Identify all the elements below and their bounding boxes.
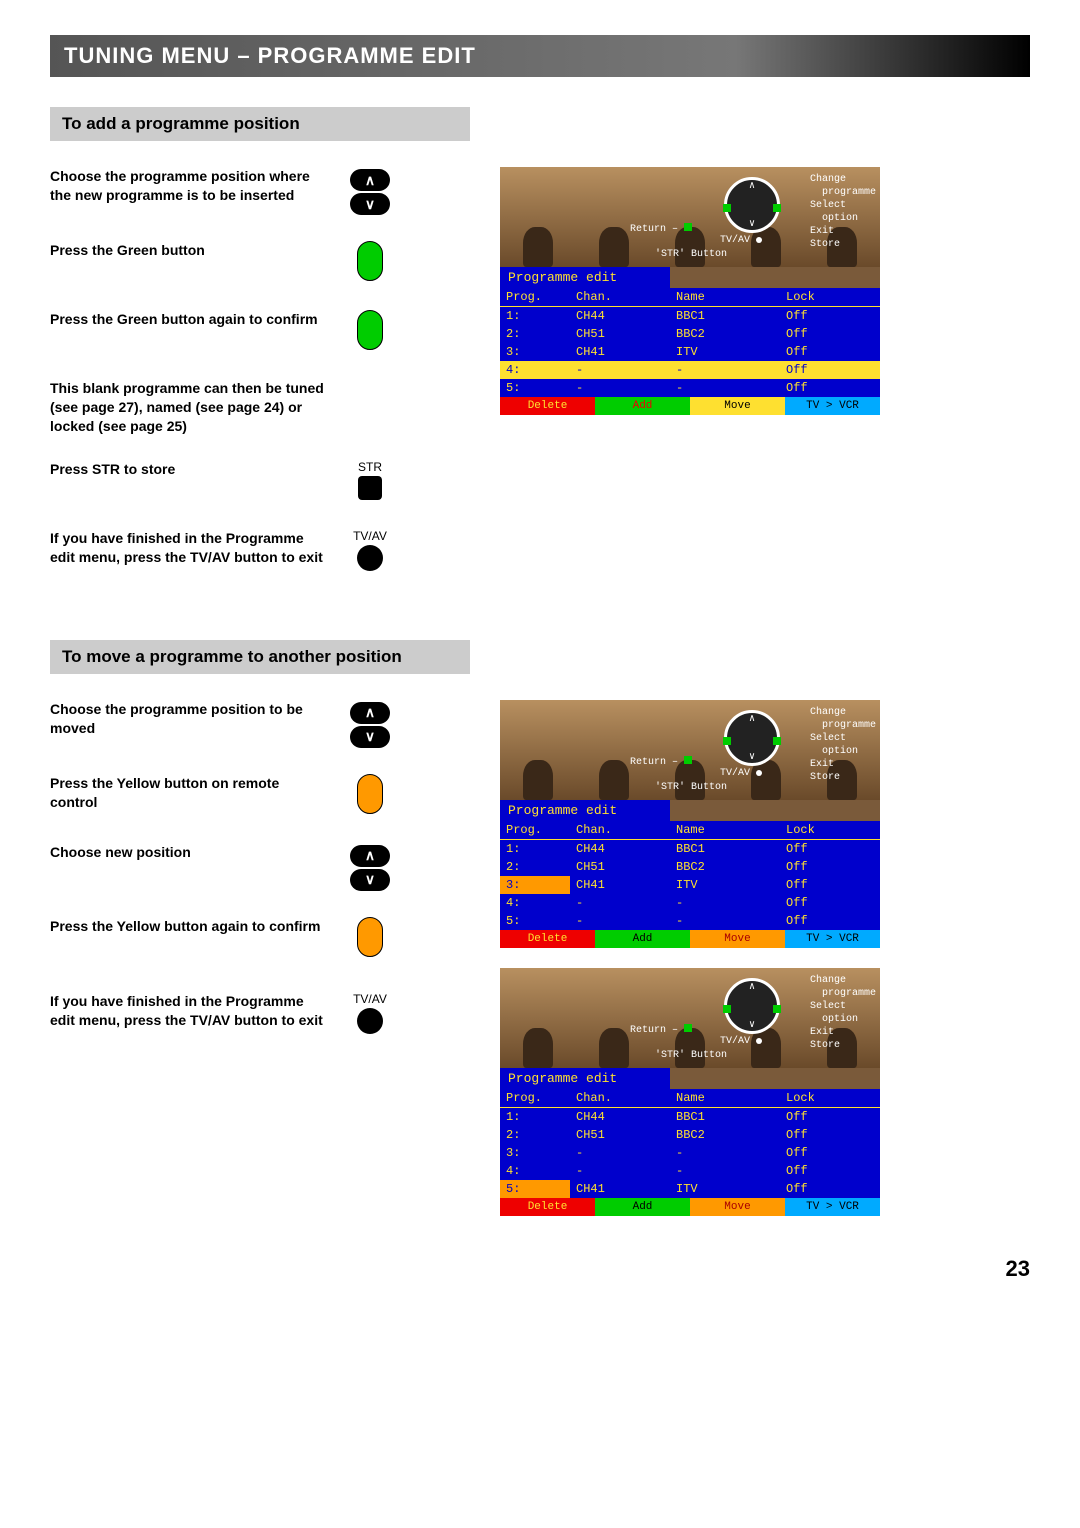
table-row: 1:CH44BBC1Off — [500, 1108, 880, 1126]
yellow-button-icon — [357, 774, 383, 814]
move-btn: Move — [690, 397, 785, 415]
table-row: 5:--Off — [500, 379, 880, 397]
table-row: 3:CH41ITVOff — [500, 876, 880, 894]
step-text: Choose new position — [50, 843, 325, 862]
add-btn: Add — [595, 397, 690, 415]
table-row: 4:--Off — [500, 361, 880, 379]
section-1-instructions: Choose the programme position where the … — [50, 167, 480, 600]
step-text: Press the Yellow button on remote contro… — [50, 774, 325, 812]
up-down-icon: ∧∨ — [350, 700, 390, 750]
tvav-label: TV/AV — [325, 529, 415, 543]
nav-ring-icon: ∧∨ — [724, 710, 780, 766]
table-row: 2:CH51BBC2Off — [500, 325, 880, 343]
step-text: If you have finished in the Programme ed… — [50, 529, 325, 567]
str-button-icon — [358, 476, 382, 500]
up-down-icon: ∧∨ — [350, 167, 390, 217]
nav-ring-icon: ∧∨ — [724, 978, 780, 1034]
tvav-label: TV/AV — [325, 992, 415, 1006]
section-2-title: To move a programme to another position — [50, 640, 470, 674]
green-button-icon — [357, 310, 383, 350]
table-row: 4:--Off — [500, 894, 880, 912]
tvav-button-icon — [357, 545, 383, 571]
table-row: 5:CH41ITVOff — [500, 1180, 880, 1198]
section-1-title: To add a programme position — [50, 107, 470, 141]
tv-screenshot-3: ∧∨ Change programmeSelect optionExitStor… — [500, 968, 880, 1216]
green-button-icon — [357, 241, 383, 281]
step-text: Press the Green button again to confirm — [50, 310, 325, 329]
tvav-button-icon — [357, 1008, 383, 1034]
tv-screenshot-2: ∧∨ Change programmeSelect optionExitStor… — [500, 700, 880, 948]
step-text: Choose the programme position where the … — [50, 167, 325, 205]
table-row: 2:CH51BBC2Off — [500, 858, 880, 876]
table-row: 3:CH41ITVOff — [500, 343, 880, 361]
step-text: Press STR to store — [50, 460, 325, 479]
tv-screenshot-1: ∧∨ Change programme Select option Exit S… — [500, 167, 880, 415]
step-text: This blank programme can then be tuned (… — [50, 379, 325, 436]
table-row: 1:CH44BBC1Off — [500, 840, 880, 858]
delete-btn: Delete — [500, 397, 595, 415]
nav-ring-icon: ∧∨ — [724, 177, 780, 233]
table-row: 5:--Off — [500, 912, 880, 930]
table-row: 1:CH44BBC1Off — [500, 307, 880, 325]
table-row: 2:CH51BBC2Off — [500, 1126, 880, 1144]
step-text: If you have finished in the Programme ed… — [50, 992, 325, 1030]
table-row: 3:--Off — [500, 1144, 880, 1162]
page-header: TUNING MENU – PROGRAMME EDIT — [50, 35, 1030, 77]
section-2-instructions: Choose the programme position to be move… — [50, 700, 480, 1216]
table-row: 4:--Off — [500, 1162, 880, 1180]
str-label: STR — [325, 460, 415, 474]
yellow-button-icon — [357, 917, 383, 957]
osd-title: Programme edit — [500, 267, 670, 288]
page-number: 23 — [50, 1256, 1030, 1282]
step-text: Press the Green button — [50, 241, 325, 260]
step-text: Press the Yellow button again to confirm — [50, 917, 325, 936]
tv-vcr-btn: TV > VCR — [785, 397, 880, 415]
step-text: Choose the programme position to be move… — [50, 700, 325, 738]
up-down-icon: ∧∨ — [350, 843, 390, 893]
